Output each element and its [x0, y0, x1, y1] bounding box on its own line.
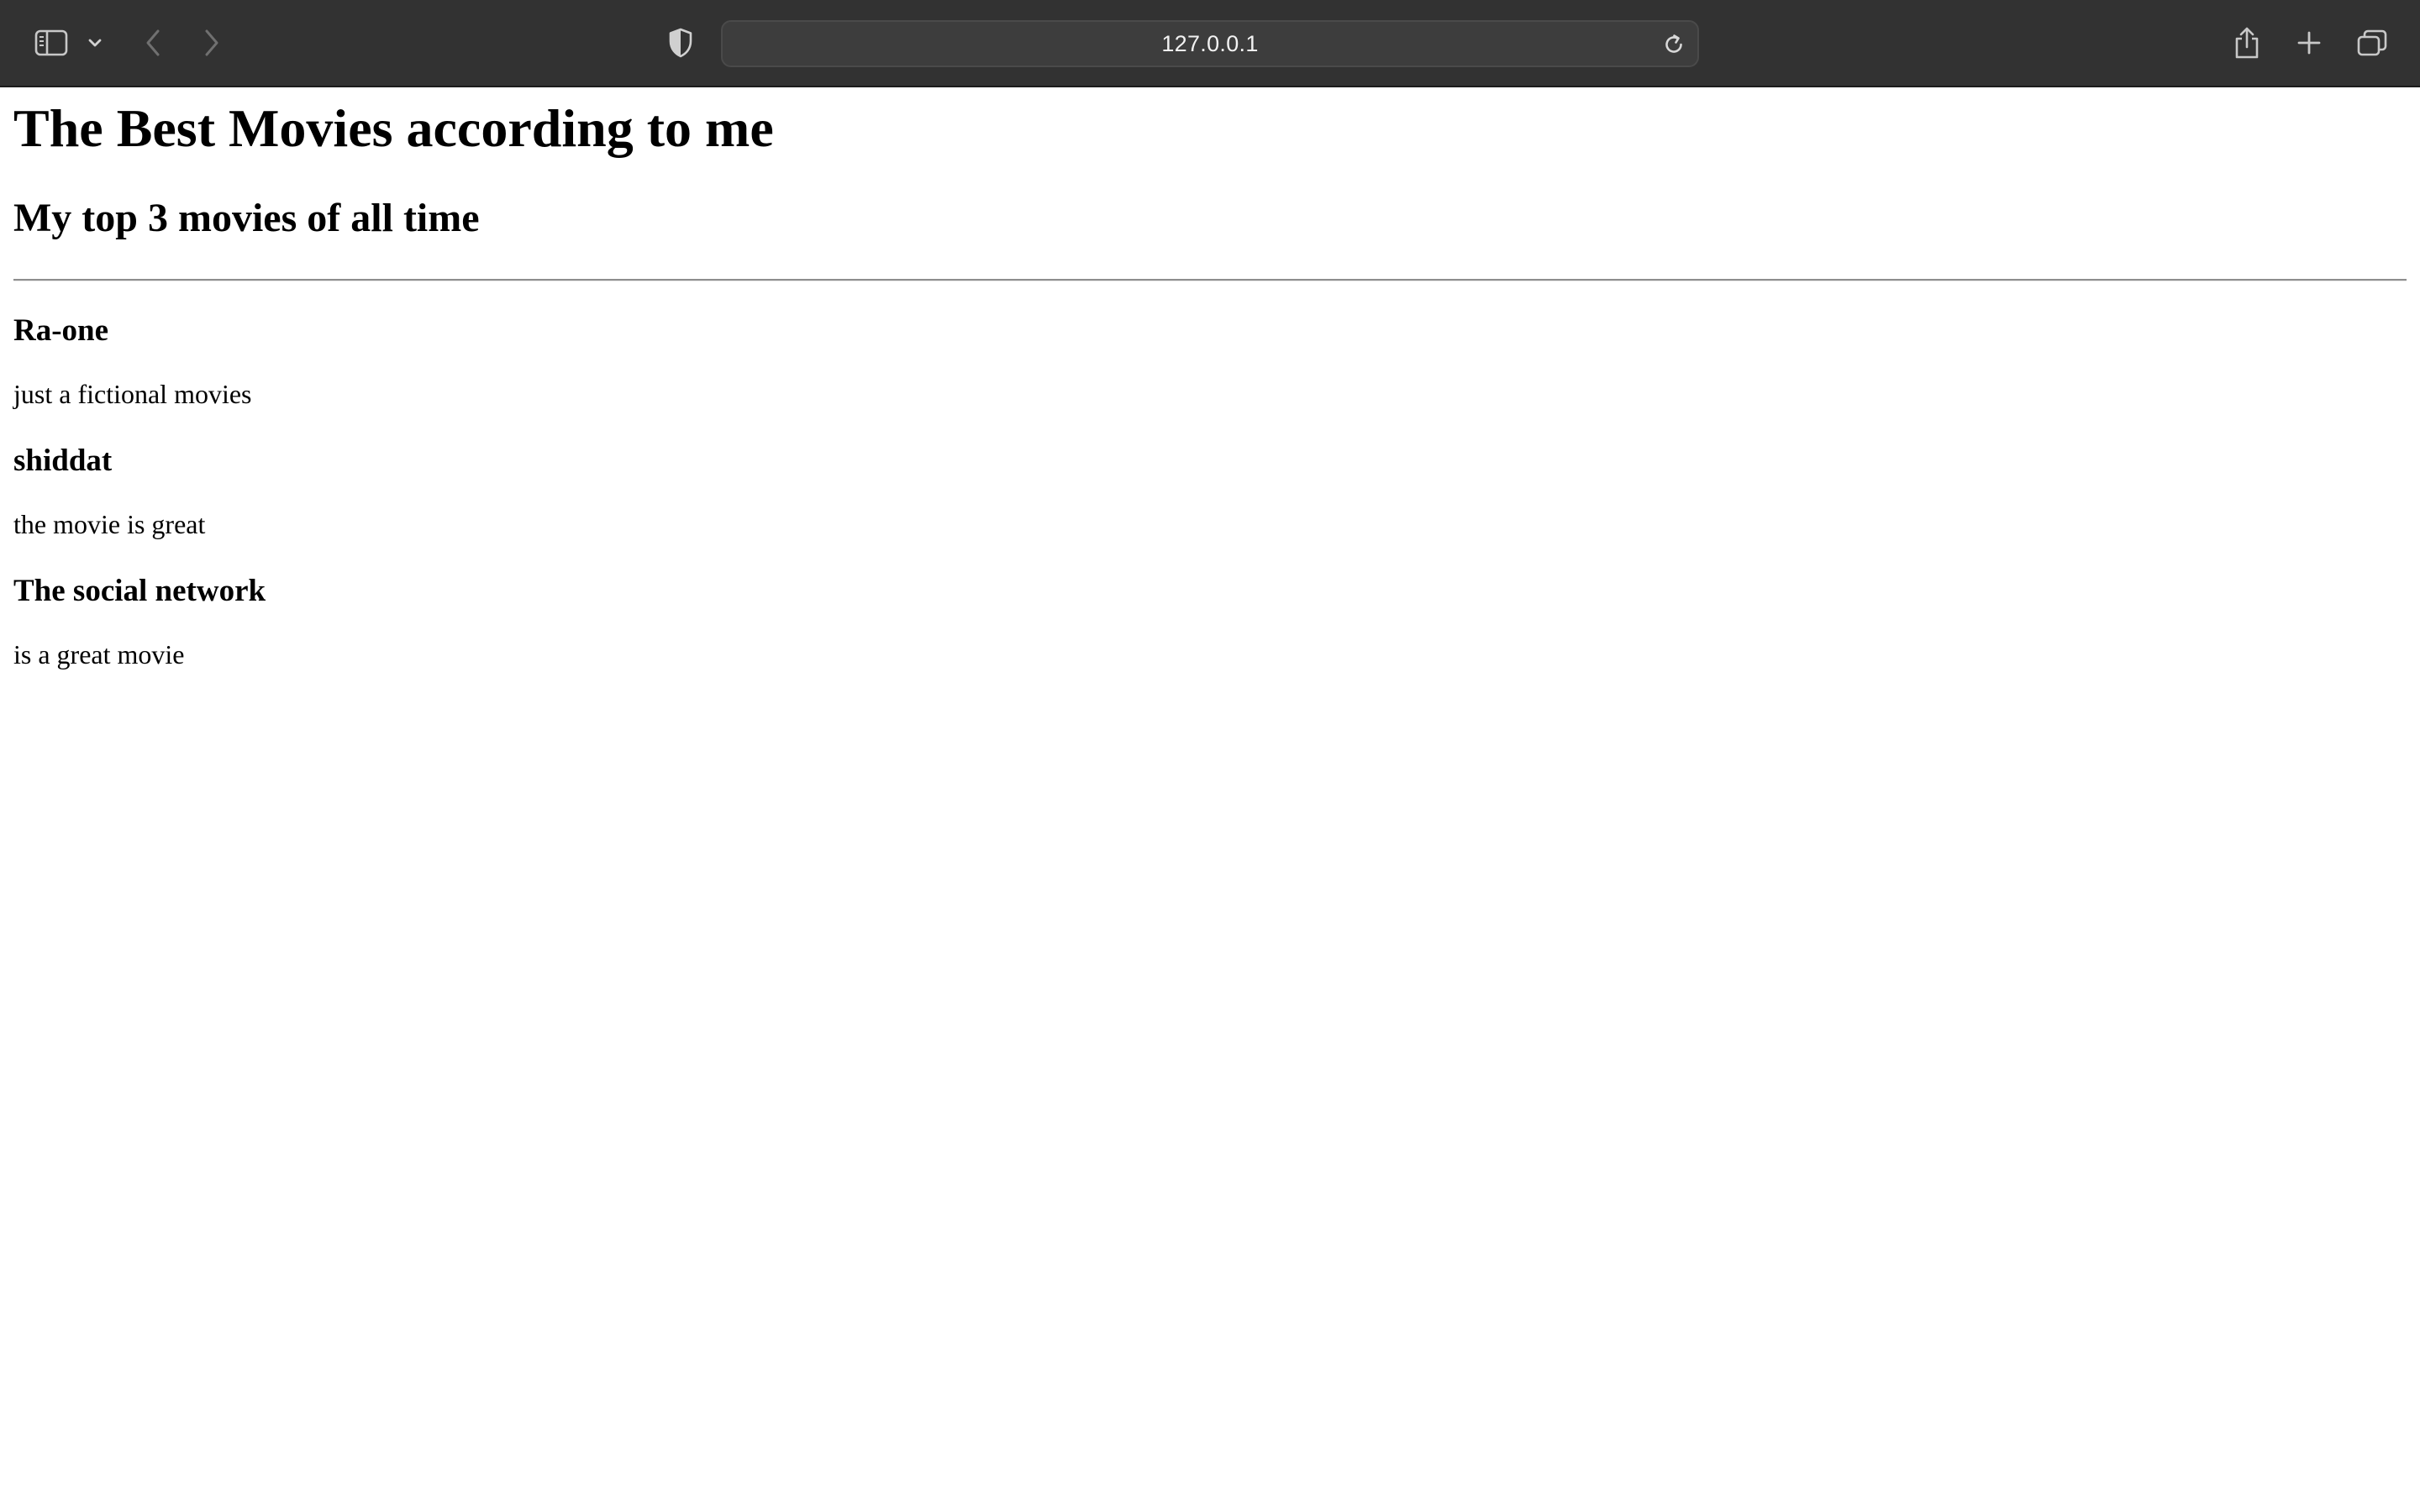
movie-item: shiddat the movie is great [13, 443, 1694, 539]
back-button[interactable] [136, 25, 170, 60]
tabs-icon [2357, 29, 2387, 56]
sidebar-toggle-button[interactable] [32, 25, 71, 60]
movie-title: shiddat [13, 444, 113, 478]
page-subtitle: My top 3 movies of all time [13, 196, 480, 240]
sidebar-icon [34, 29, 68, 56]
plus-icon [2297, 31, 2321, 55]
share-button[interactable] [2228, 24, 2265, 62]
new-tab-button[interactable] [2291, 25, 2328, 60]
reload-icon [1665, 34, 1682, 53]
url-text: 127.0.0.1 [1161, 30, 1259, 56]
divider [13, 279, 2407, 281]
movie-description: just a fictional movies [13, 379, 252, 409]
tab-overview-button[interactable] [2353, 25, 2391, 60]
back-icon [146, 29, 160, 56]
chevron-down-icon [88, 39, 102, 47]
browser-toolbar: 127.0.0.1 [0, 0, 2420, 87]
sidebar-menu-button[interactable] [84, 32, 106, 54]
reload-button[interactable] [1659, 29, 1689, 60]
page-title: The Best Movies according to me [13, 98, 774, 158]
movie-description: the movie is great [13, 509, 206, 539]
share-icon [2235, 27, 2259, 59]
forward-icon [205, 29, 218, 56]
forward-button[interactable] [195, 25, 229, 60]
movie-item: Ra-one just a fictional movies [13, 312, 1694, 409]
movie-title: Ra-one [13, 313, 109, 348]
privacy-report-button[interactable] [664, 25, 697, 60]
shield-icon [669, 28, 692, 58]
movie-title: The social network [13, 574, 266, 608]
address-bar[interactable]: 127.0.0.1 [721, 20, 1699, 67]
movie-item: The social network is a great movie [13, 573, 1694, 669]
movie-description: is a great movie [13, 639, 185, 669]
